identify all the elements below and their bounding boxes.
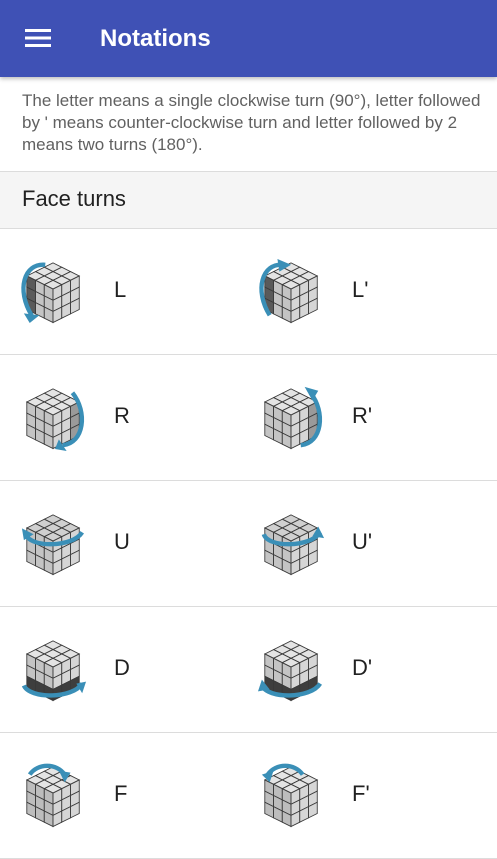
menu-button[interactable] [16, 18, 60, 58]
notation-item-U-prime[interactable]: U' [238, 481, 486, 606]
section-header: Face turns [0, 172, 497, 228]
notation-label: R [114, 403, 130, 428]
hamburger-menu-icon [25, 29, 51, 47]
cube-R-prime-turn-icon [263, 386, 323, 450]
cube-U-turn-icon [21, 514, 85, 576]
cube-L-prime-turn-icon [259, 258, 319, 324]
notation-label: F' [352, 781, 370, 806]
cube-R-turn-icon [25, 388, 85, 451]
notation-item-D[interactable]: D [0, 607, 248, 732]
notation-row: F F' [0, 733, 497, 859]
notation-label: R' [352, 403, 373, 428]
section-title: Face turns [22, 186, 126, 211]
notation-row: D D' [0, 607, 497, 733]
notation-row: U U' [0, 481, 497, 607]
notation-label: F [114, 781, 128, 806]
notation-label: D' [352, 655, 373, 680]
cube-U-prime-turn-icon [261, 514, 325, 576]
notation-row: L L' [0, 229, 497, 355]
cube-F-turn-icon [25, 763, 81, 828]
notation-item-F-prime[interactable]: F' [238, 733, 486, 858]
cube-D-turn-icon [21, 640, 87, 702]
page-title: Notations [100, 25, 211, 52]
app-bar: Notations [0, 0, 497, 77]
cube-L-turn-icon [21, 262, 81, 324]
notation-label: L' [352, 277, 369, 302]
notation-item-L[interactable]: L [0, 229, 248, 354]
notation-item-L-prime[interactable]: L' [238, 229, 486, 354]
intro-text: The letter means a single clockwise turn… [22, 91, 481, 154]
notation-label: D [114, 655, 130, 680]
notation-label: U [114, 529, 130, 554]
notation-item-D-prime[interactable]: D' [238, 607, 486, 732]
notation-label: L [114, 277, 127, 302]
notation-list: L L' R R' U U' D D' F F' [0, 229, 497, 859]
notation-item-R-prime[interactable]: R' [238, 355, 486, 480]
cube-F-prime-turn-icon [261, 763, 319, 828]
notation-item-U[interactable]: U [0, 481, 248, 606]
notation-item-R[interactable]: R [0, 355, 248, 480]
cube-D-prime-turn-icon [258, 640, 323, 702]
notation-row: R R' [0, 355, 497, 481]
notation-item-F[interactable]: F [0, 733, 248, 858]
notation-label: U' [352, 529, 373, 554]
